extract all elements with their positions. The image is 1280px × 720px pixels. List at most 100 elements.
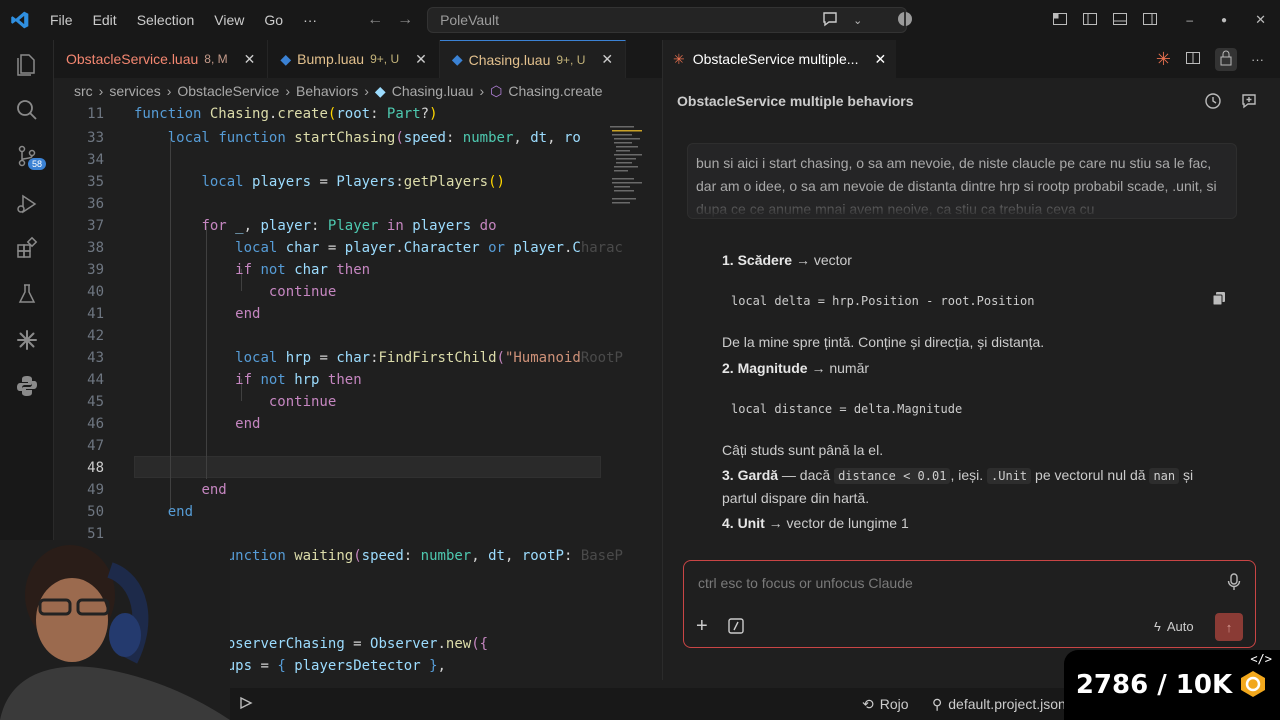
slash-command-icon[interactable] (728, 618, 744, 637)
coin-icon (1238, 669, 1268, 702)
tab-meta: 8, M (204, 52, 228, 66)
chat-input[interactable] (698, 571, 1218, 595)
step-title: 3. Gardă (722, 467, 779, 483)
rojo-label: Rojo (879, 696, 909, 712)
tab-meta: 9+, U (556, 52, 586, 67)
code-line: 46 end (87, 416, 261, 432)
code-tag-icon: </> (1250, 652, 1272, 666)
toggle-sidebar-icon[interactable] (1082, 11, 1098, 30)
lock-icon[interactable] (1215, 47, 1237, 71)
project-file-status[interactable]: ⚲ default.project.json (932, 696, 1066, 713)
menu-selection[interactable]: Selection (127, 12, 205, 28)
debug-icon[interactable] (238, 695, 254, 714)
menu-edit[interactable]: Edit (83, 12, 127, 28)
code-line: 41 end (87, 306, 261, 322)
chat-input-box: + ϟ Auto ↑ (683, 560, 1256, 648)
tab-label: Bump.luau (297, 51, 365, 67)
toggle-panel-icon[interactable] (1112, 11, 1128, 30)
close-icon[interactable]: ✕ (244, 51, 256, 68)
copy-icon[interactable] (1211, 290, 1227, 309)
tab-chasing[interactable]: ◆ Chasing.luau 9+, U ✕ (439, 40, 627, 78)
minimize-icon[interactable]: – (1186, 13, 1193, 27)
run-debug-icon[interactable] (0, 184, 54, 224)
chat-header: ObstacleService multiple behaviors (663, 78, 1280, 124)
layout-customize-icon[interactable] (1052, 11, 1068, 30)
explorer-icon[interactable] (0, 44, 54, 84)
step-tail: → număr (811, 360, 870, 376)
menu-more[interactable]: ··· (293, 12, 327, 28)
step-description: partul dispare din hartă. (722, 490, 870, 506)
new-chat-icon[interactable] (1240, 92, 1258, 113)
copilot-icon[interactable] (896, 10, 914, 31)
breadcrumb-item[interactable]: src (74, 83, 93, 99)
code-line: 48 (87, 460, 104, 476)
minimap[interactable] (604, 120, 654, 220)
vscode-logo-icon (0, 10, 40, 30)
claude-icon[interactable]: ✳ (1156, 49, 1171, 70)
code-snippet: local delta = hrp.Position - root.Positi… (731, 294, 1035, 308)
breadcrumb-item[interactable]: Behaviors (296, 83, 358, 99)
chat-tab-title: ObstacleService multiple... (692, 51, 859, 67)
breadcrumb-item[interactable]: Chasing.luau (392, 83, 474, 99)
chevron-down-icon[interactable]: ⌄ (853, 14, 862, 27)
breadcrumb-item[interactable]: Chasing.create (508, 83, 602, 99)
search-label: PoleVault (440, 12, 499, 28)
tab-bump[interactable]: ◆ Bump.luau 9+, U ✕ (268, 40, 440, 78)
response-step-2: 2. Magnitude → număr (722, 360, 869, 376)
back-arrow-icon[interactable]: ← (367, 11, 383, 29)
menu-view[interactable]: View (204, 12, 254, 28)
restore-icon[interactable]: ● (1221, 15, 1227, 26)
toggle-secondary-sidebar-icon[interactable] (1142, 11, 1158, 30)
code-line: 34 (87, 152, 104, 168)
microphone-icon[interactable] (1227, 573, 1241, 594)
history-icon[interactable] (1204, 92, 1222, 113)
editor-tabs: ObstacleService.luau 8, M ✕ ◆ Bump.luau … (54, 40, 662, 78)
code-line: 39 if not char then (87, 262, 371, 278)
breadcrumb-item[interactable]: ObstacleService (177, 83, 279, 99)
conversation-title: ObstacleService multiple behaviors (677, 93, 914, 109)
step-text: — dacă (781, 467, 831, 483)
response-step-4: 4. Unit → vector de lungime 1 (722, 515, 909, 531)
menu-file[interactable]: File (40, 12, 83, 28)
title-bar: File Edit Selection View Go ··· ← → Pole… (0, 0, 1280, 40)
rojo-status[interactable]: ⟲ Rojo (862, 696, 909, 713)
response-step-1: 1. Scădere → vector (722, 252, 852, 268)
step-text: pe vectorul nul dă (1035, 467, 1146, 483)
mode-selector[interactable]: ϟ Auto (1154, 619, 1194, 634)
code-line: 36 (87, 196, 104, 212)
source-control-icon[interactable]: 58 (0, 136, 54, 176)
close-icon[interactable]: ✕ (874, 51, 886, 68)
split-editor-icon[interactable] (1185, 50, 1201, 69)
code-line: 37 for _, player: Player in players do (87, 218, 497, 234)
forward-arrow-icon[interactable]: → (397, 11, 413, 29)
step-title: 4. Unit (722, 515, 765, 531)
extensions-icon[interactable] (0, 228, 54, 268)
search-icon[interactable] (0, 90, 54, 130)
close-window-icon[interactable]: ✕ (1255, 12, 1266, 28)
testing-flask-icon[interactable] (0, 274, 54, 314)
method-icon: ⬡ (490, 82, 503, 99)
step-description: Câți studs sunt până la el. (722, 442, 884, 458)
chat-toggle-icon[interactable] (821, 10, 839, 31)
python-icon[interactable] (0, 366, 54, 406)
code-line: 38 local char = player.Character or play… (87, 240, 623, 256)
webcam-overlay (0, 540, 230, 720)
plug-icon: ⚲ (932, 695, 943, 712)
code-line: 49 end (87, 482, 227, 498)
menu-go[interactable]: Go (254, 12, 293, 28)
tab-obstacleservice[interactable]: ObstacleService.luau 8, M ✕ (54, 40, 269, 78)
code-line: 44 if not hrp then (87, 372, 362, 388)
close-icon[interactable]: ✕ (601, 51, 613, 68)
add-attachment-icon[interactable]: + (696, 615, 708, 638)
tab-meta: 9+, U (370, 52, 400, 66)
tab-label: Chasing.luau (468, 51, 551, 68)
close-icon[interactable]: ✕ (415, 51, 427, 68)
file-icon: ◆ (451, 51, 463, 67)
user-message[interactable]: bun si aici i start chasing, o sa am nev… (687, 143, 1237, 219)
claude-icon: ✳ (673, 50, 685, 67)
chat-tab[interactable]: ✳ ObstacleService multiple... ✕ (663, 40, 897, 78)
more-actions-icon[interactable]: ··· (1251, 52, 1264, 67)
send-button[interactable]: ↑ (1215, 613, 1243, 641)
claude-icon[interactable] (0, 320, 54, 360)
breadcrumb-item[interactable]: services (109, 83, 160, 99)
